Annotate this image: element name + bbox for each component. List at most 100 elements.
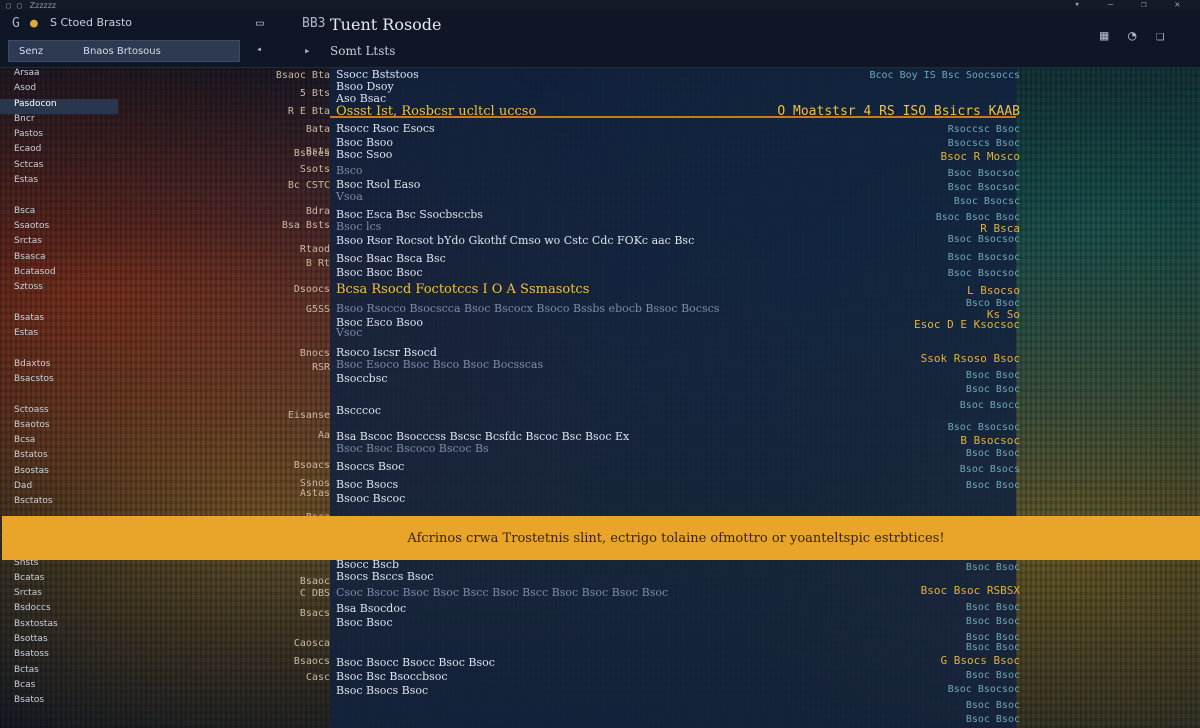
outline-item[interactable]: Bsoc R Mosco — [941, 150, 1020, 163]
outline-item[interactable]: Ssok Rsoso Bsoc — [921, 352, 1020, 365]
outline-item[interactable]: Bsoc Bsocsoc — [948, 422, 1020, 433]
editor-line[interactable]: Bsocs Bsccs Bsoc — [336, 570, 433, 583]
sidebar-item[interactable]: Srctas — [0, 588, 118, 603]
sidebar-item[interactable]: Estas — [0, 328, 118, 343]
sidebar-item[interactable]: Bsottas — [0, 634, 118, 649]
outline-item[interactable]: Bsoc Bsoc — [966, 714, 1020, 725]
sidebar-item[interactable]: Srctas — [0, 236, 118, 251]
sidebar-item[interactable]: Bncr — [0, 114, 118, 129]
editor-line[interactable]: Bsoc Bsc Bsoccbsoc — [336, 670, 448, 683]
editor-line[interactable]: Vsoc — [336, 326, 362, 339]
outline-item[interactable]: G Bsocs Bsoc — [941, 654, 1020, 667]
outline-item[interactable]: B Bsocsoc — [960, 434, 1020, 447]
editor-line[interactable]: Bsoccs Bsoc — [336, 460, 404, 473]
sidebar-item[interactable]: Ssaotos — [0, 221, 118, 236]
sidebar-item[interactable]: Bsxtostas — [0, 619, 118, 634]
editor-line[interactable]: Bsoc Bsoc Bscoco Bscoc Bs — [336, 442, 489, 455]
sidebar-item[interactable]: Ecaod — [0, 144, 118, 159]
sidebar-item[interactable]: Bsaotos — [0, 420, 118, 435]
sidebar-item[interactable]: Bsacstos — [0, 374, 118, 389]
outline-item[interactable]: Bsoc Bsocsoc — [948, 268, 1020, 279]
sidebar-item[interactable]: Bsatas — [0, 313, 118, 328]
outline-item[interactable]: O Moatstsr 4 RS ISO Bsicrs KAAB — [777, 104, 1020, 119]
editor-line[interactable]: Bsoc Bsocc Bsocc Bsoc Bsoc — [336, 656, 495, 669]
sidebar-item[interactable]: Bsostas — [0, 466, 118, 481]
outline-item[interactable]: Bsoc Bsocsc — [954, 196, 1020, 207]
sidebar-item[interactable]: Sctoass — [0, 405, 118, 420]
editor-line[interactable]: Bsoc Bsocs Bsoc — [336, 684, 428, 697]
editor-line[interactable]: Bsoc Bsoc — [336, 616, 393, 629]
sidebar-item[interactable] — [0, 297, 118, 312]
sidebar-item[interactable]: Pastos — [0, 129, 118, 144]
sidebar-item[interactable]: Bcatas — [0, 573, 118, 588]
outline-item[interactable]: Bsoc Bsoc — [966, 448, 1020, 459]
editor-line[interactable]: Bsoc Bsocs — [336, 478, 398, 491]
editor-line[interactable]: Bsoc Esoco Bsoc Bsco Bsoc Bocsscas — [336, 358, 543, 371]
sidebar-item[interactable]: Sctcas — [0, 160, 118, 175]
outline-item[interactable]: Bsoc Bsocsoc — [948, 182, 1020, 193]
outline-item[interactable]: Bsoc Bsoc — [966, 480, 1020, 491]
editor-line[interactable]: Bscccoc — [336, 404, 381, 417]
sidebar-item[interactable]: Bctas — [0, 665, 118, 680]
sidebar-item[interactable]: Bcas — [0, 680, 118, 695]
outline-item[interactable]: Bsoc Bsocs — [960, 464, 1020, 475]
editor-line[interactable]: Rsocc Rsoc Esocs — [336, 122, 435, 135]
sidebar-item[interactable]: Asod — [0, 83, 118, 98]
outline-item[interactable]: Bsoc Bsoc — [966, 642, 1020, 653]
outline-item[interactable]: Esoc D E Ksocsoc — [914, 318, 1020, 331]
sidebar-item[interactable]: Sztoss — [0, 282, 118, 297]
sidebar-item[interactable]: Bsatoss — [0, 649, 118, 664]
sidebar-item[interactable]: Arsaa — [0, 68, 118, 83]
editor-line[interactable]: Csoc Bscoc Bsoc Bsoc Bscc Bsoc Bscc Bsoc… — [336, 586, 668, 599]
editor-line[interactable]: Bsoc Bsac Bsca Bsc — [336, 252, 446, 265]
sidebar-item[interactable]: Bsatos — [0, 695, 118, 710]
outline-item[interactable]: Bsoc Bsoc — [966, 670, 1020, 681]
bookmark-icon[interactable]: ● — [30, 16, 38, 31]
editor-line[interactable]: Bsoc Bsoc Bsoc — [336, 266, 423, 279]
editor-line[interactable]: Bsoc Ssoo — [336, 148, 392, 161]
warning-banner[interactable]: Afcrinos crwa Trostetnis slint, ectrigo … — [2, 516, 1200, 560]
sidebar-item[interactable] — [0, 343, 118, 358]
outline-item[interactable]: Bsoc Bsocsoc — [948, 684, 1020, 695]
editor-line[interactable]: Ossst Ist, Rosbcsr ucltcl uccso — [336, 104, 536, 119]
editor-line[interactable]: Bsoc lcs — [336, 220, 381, 233]
outline-item[interactable]: Bsoc Bsoc — [966, 616, 1020, 627]
outline-item[interactable]: Bsoc Bsocsoc — [948, 252, 1020, 263]
panel-icon[interactable]: ▭ — [256, 16, 264, 31]
restore-icon[interactable]: ❐ — [1141, 0, 1146, 10]
sidebar-item[interactable]: Bcsa — [0, 435, 118, 450]
menu-icon[interactable]: ▾ — [1074, 0, 1079, 10]
grid-icon[interactable]: ▦ — [1100, 28, 1108, 44]
arrow-icon[interactable]: ◂ — [256, 44, 262, 55]
editor-line[interactable]: Bsoo Rsor Rocsot bYdo Gkothf Cmso wo Cst… — [336, 234, 694, 247]
editor-line[interactable]: Bsa Bsocdoc — [336, 602, 406, 615]
caret-icon[interactable]: ▸ — [304, 44, 311, 57]
editor-line[interactable]: Bsooc Bscoc — [336, 492, 405, 505]
editor-line[interactable]: Bcsa Rsocd Foctotccs I O A Ssmasotcs — [336, 282, 589, 297]
outline-item[interactable]: Bsoc Bsoc RSBSX — [921, 584, 1020, 597]
outline-item[interactable]: Bsoc Bsoc — [966, 384, 1020, 395]
outline-item[interactable]: Bcoc Boy IS Bsc Soocsoccs — [869, 70, 1020, 81]
outline-item[interactable]: Bsocscs Bsoc — [948, 138, 1020, 149]
outline-item[interactable]: L Bsocso — [967, 284, 1020, 297]
editor-line[interactable]: Bsoo Rsocco Bsocscca Bsoc Bscocx Bsoco B… — [336, 302, 719, 315]
outline-item[interactable]: Bsoc Bsoc — [966, 370, 1020, 381]
sidebar-item[interactable]: Dad — [0, 481, 118, 496]
outline-item[interactable]: Bsoc Bsoc — [966, 700, 1020, 711]
sidebar-item[interactable]: Bsasca — [0, 252, 118, 267]
outline-item[interactable]: Bsoc Bsocc — [960, 400, 1020, 411]
sidebar-item[interactable]: Pasdocon — [0, 98, 118, 114]
editor-line[interactable]: Vsoa — [336, 190, 363, 203]
sidebar-item[interactable]: Bcatasod — [0, 267, 118, 282]
editor-line[interactable]: Bsco — [336, 164, 363, 177]
bell-icon[interactable]: ◔ — [1128, 28, 1136, 44]
outline-item[interactable]: Bsoc Bsocsoc — [948, 234, 1020, 245]
sidebar-item[interactable] — [0, 389, 118, 404]
minimize-icon[interactable]: — — [1108, 0, 1113, 10]
editor-line[interactable]: Bsoccbsc — [336, 372, 388, 385]
sidebar-item[interactable]: Estas — [0, 175, 118, 190]
outline-item[interactable]: Rsoccsc Bsoc — [948, 124, 1020, 135]
sidebar-item[interactable] — [0, 190, 118, 205]
outline-item[interactable]: Bsoc Bsoc — [966, 602, 1020, 613]
sidebar-item[interactable]: Bdaxtos — [0, 359, 118, 374]
